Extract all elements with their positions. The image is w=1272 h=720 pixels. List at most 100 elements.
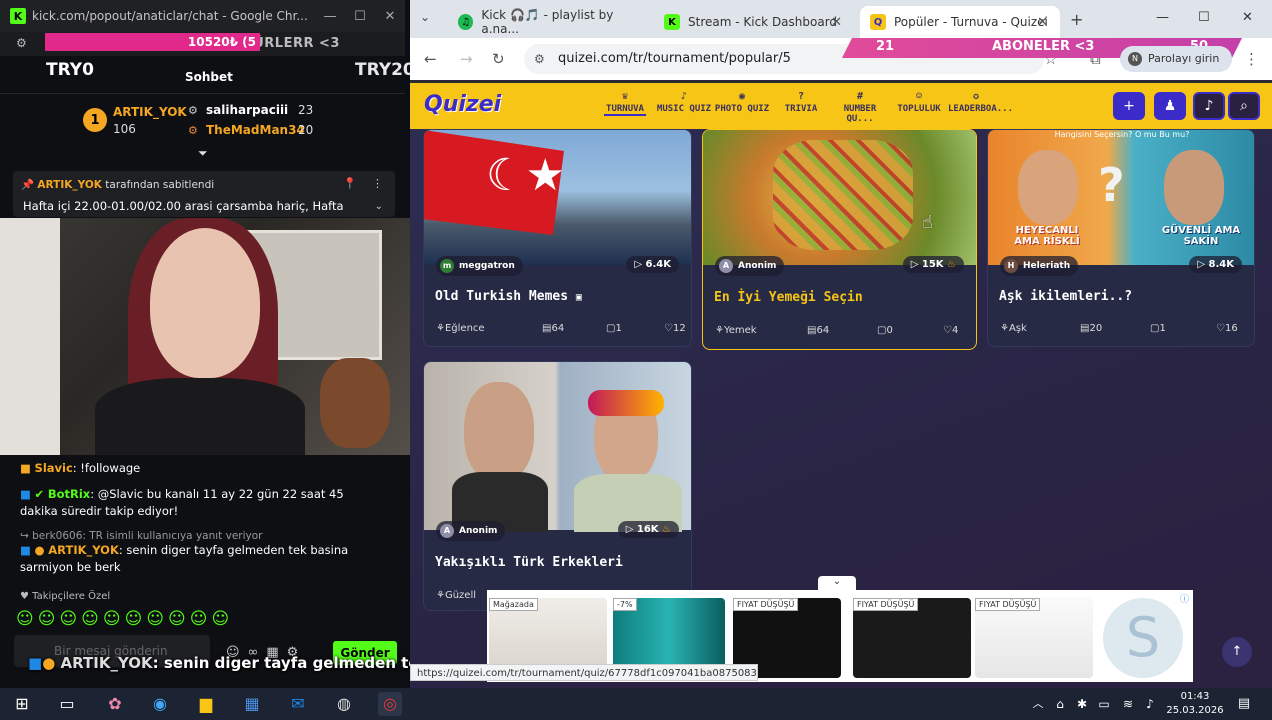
expand-chevron-icon[interactable]: ⏷ <box>198 146 208 161</box>
tab-quizei[interactable]: Q Popüler - Turnuva - Quizei ✕ <box>860 6 1060 38</box>
scroll-to-top-button[interactable]: ↑ <box>1222 637 1252 667</box>
card-likes[interactable]: ♡ 16 <box>1216 323 1238 334</box>
quiz-card[interactable]: Hangisini Seçersin? O mu Bu mu? ? HEYECA… <box>987 129 1255 347</box>
store-icon[interactable]: ▦ <box>240 692 264 716</box>
card-image <box>703 130 976 265</box>
user-icon[interactable]: ♟ <box>1154 92 1186 120</box>
card-meta: ⚘ Yemek ▤ 64 ▢ 0 ♡ 4 <box>715 325 969 339</box>
tab-close-icon[interactable]: ✕ <box>1037 15 1048 30</box>
new-tab-button[interactable]: + <box>1070 10 1083 29</box>
quiz-card[interactable]: A Anonim ▷ 16K ♨ Yakışıklı Türk Erkekleri… <box>423 361 692 611</box>
quiz-card[interactable]: ☾★ m meggatron ▷ 6.4K Old Turkish Memes ▣… <box>423 129 692 347</box>
card-category[interactable]: ⚘ Güzell <box>436 590 476 601</box>
chrome-icon[interactable]: ◎ <box>378 692 402 716</box>
nav-trivia[interactable]: ? TRIVIA <box>780 91 822 114</box>
trophy-icon: ♛ <box>621 91 629 102</box>
video-icon: ▣ <box>575 292 582 303</box>
chat-username[interactable]: Slavic <box>35 461 73 475</box>
tray-usb-icon[interactable]: ⌂ <box>1048 692 1072 716</box>
card-title[interactable]: En İyi Yemeği Seçin <box>714 290 863 305</box>
file-explorer-icon[interactable]: ▆ <box>194 692 218 716</box>
ad-product[interactable]: FIYAT DÜŞÜŞÜ <box>853 598 971 678</box>
card-likes[interactable]: ♡ 12 <box>664 323 686 334</box>
tab-search-icon[interactable]: ⌄ <box>420 10 430 24</box>
card-title[interactable]: Old Turkish Memes ▣ <box>435 289 582 304</box>
tray-bluetooth-icon[interactable]: ✱ <box>1070 692 1094 716</box>
card-title[interactable]: Aşk ikilemleri..? <box>999 289 1132 304</box>
ad-badge: -7% <box>613 598 637 611</box>
minimize-button[interactable]: — <box>315 9 345 24</box>
card-image: Hangisini Seçersin? O mu Bu mu? ? HEYECA… <box>988 130 1254 265</box>
chrome-close-button[interactable]: ✕ <box>1242 10 1253 25</box>
chat-username[interactable]: ARTIK_YOK <box>48 543 119 557</box>
quizei-logo[interactable]: Quizei <box>424 92 501 117</box>
collapse-chevron-icon[interactable]: ⌄ <box>375 201 383 212</box>
ad-product[interactable]: FIYAT DÜŞÜŞÜ <box>975 598 1093 678</box>
wifi-icon[interactable]: ≋ <box>1116 692 1140 716</box>
quiz-card[interactable]: A Anonim ▷ 15K ♨ En İyi Yemeği Seçin ⚘ Ye… <box>702 129 977 350</box>
link-status-url: https://quizei.com/tr/tournament/quiz/67… <box>410 664 758 681</box>
volume-icon[interactable]: ♪ <box>1138 692 1162 716</box>
edge-icon[interactable]: ◉ <box>148 692 172 716</box>
card-author[interactable]: H Heleriath <box>1000 256 1079 276</box>
nav-leaderboard[interactable]: ✪ LEADERBOA... <box>948 91 1013 114</box>
search-icon[interactable]: ⌕ <box>1228 92 1260 120</box>
nav-photo-quiz[interactable]: ◉ PHOTO QUIZ <box>714 91 770 114</box>
chat-username[interactable]: BotRix <box>48 487 90 501</box>
card-title[interactable]: Yakışıklı Türk Erkekleri <box>435 555 623 570</box>
leader-2-name[interactable]: saliharpaciii <box>206 103 288 117</box>
nav-label: MUSIC QUIZ <box>656 104 712 114</box>
settings-tune-icon[interactable]: ⚙ <box>16 36 27 50</box>
windows-start-icon[interactable]: ⊞ <box>10 692 34 716</box>
card-image: ☾★ <box>424 130 691 265</box>
create-button[interactable]: + <box>1113 92 1145 120</box>
leader-1-name[interactable]: ARTIK_YOK <box>113 105 187 119</box>
nav-turnuva[interactable]: ♛ TURNUVA <box>604 91 646 116</box>
nav-music-quiz[interactable]: ♪ MUSIC QUIZ <box>656 91 712 114</box>
outlook-icon[interactable]: ✉ <box>286 692 310 716</box>
rank-2-icon: ⚙ <box>188 104 198 117</box>
card-author[interactable]: A Anonim <box>715 256 785 276</box>
more-options-icon[interactable]: ⋮ <box>372 177 383 190</box>
back-icon[interactable]: ← <box>424 50 437 68</box>
nav-topluluk[interactable]: ☺ TOPLULUK <box>896 91 942 114</box>
question-icon: ? <box>797 91 805 102</box>
site-info-icon[interactable]: ⚙ <box>534 44 545 74</box>
chrome-minimize-button[interactable]: — <box>1156 10 1169 25</box>
card-author[interactable]: m meggatron <box>436 256 523 276</box>
tab-close-icon[interactable]: ✕ <box>831 15 842 30</box>
nav-number-quiz[interactable]: # NUMBER QU... <box>830 91 890 124</box>
card-likes[interactable]: ♡ 4 <box>943 325 958 336</box>
tray-chevron-icon[interactable]: ︿ <box>1026 692 1050 716</box>
ad-logo[interactable]: S <box>1103 598 1183 678</box>
music-icon: ♪ <box>680 91 688 102</box>
reload-icon[interactable]: ↻ <box>492 50 505 68</box>
card-category[interactable]: ⚘ Aşk <box>1000 323 1027 334</box>
forward-icon[interactable]: → <box>460 50 473 68</box>
card-plays: ▷ 16K ♨ <box>617 521 679 538</box>
copilot-icon[interactable]: ✿ <box>103 692 127 716</box>
card-author[interactable]: A Anonim <box>436 521 506 541</box>
taskbar-clock[interactable]: 01:43 25.03.2026 <box>1165 688 1225 720</box>
notifications-icon[interactable]: ▤ <box>1232 692 1256 716</box>
maximize-button[interactable]: ☐ <box>345 9 375 24</box>
kick-window-titlebar: K kick.com/popout/anaticlar/chat - Googl… <box>0 0 405 32</box>
chrome-maximize-button[interactable]: ☐ <box>1198 10 1210 25</box>
tab-kick-dashboard[interactable]: K Stream - Kick Dashboard ✕ <box>654 6 854 38</box>
bell-icon[interactable]: ♪ <box>1193 92 1225 120</box>
tab-spotify[interactable]: ♫ Kick 🎧🎵 - playlist by a.na... <box>448 6 648 38</box>
ad-info-icon[interactable]: ⓘ <box>1180 592 1189 605</box>
task-view-icon[interactable]: ▭ <box>55 692 79 716</box>
url-text: quizei.com/tr/tournament/popular/5 <box>558 51 791 66</box>
close-button[interactable]: ✕ <box>375 9 405 24</box>
emote-row[interactable]: ☺☺☺☺☺☺☺☺☺☺ <box>16 609 233 629</box>
card-category[interactable]: ⚘ Yemek <box>715 325 757 336</box>
pinned-user: ARTIK_YOK <box>37 179 102 191</box>
obs-icon[interactable]: ◍ <box>332 692 356 716</box>
leader-3-name[interactable]: TheMadMan34 <box>206 123 305 137</box>
battery-icon[interactable]: ▭ <box>1092 692 1116 716</box>
chrome-menu-icon[interactable]: ⋮ <box>1244 50 1259 68</box>
card-category[interactable]: ⚘ Eğlence <box>436 323 485 334</box>
profile-chip[interactable]: N Parolayı girin <box>1120 46 1232 72</box>
pin-icon[interactable]: 📍 <box>343 177 357 190</box>
